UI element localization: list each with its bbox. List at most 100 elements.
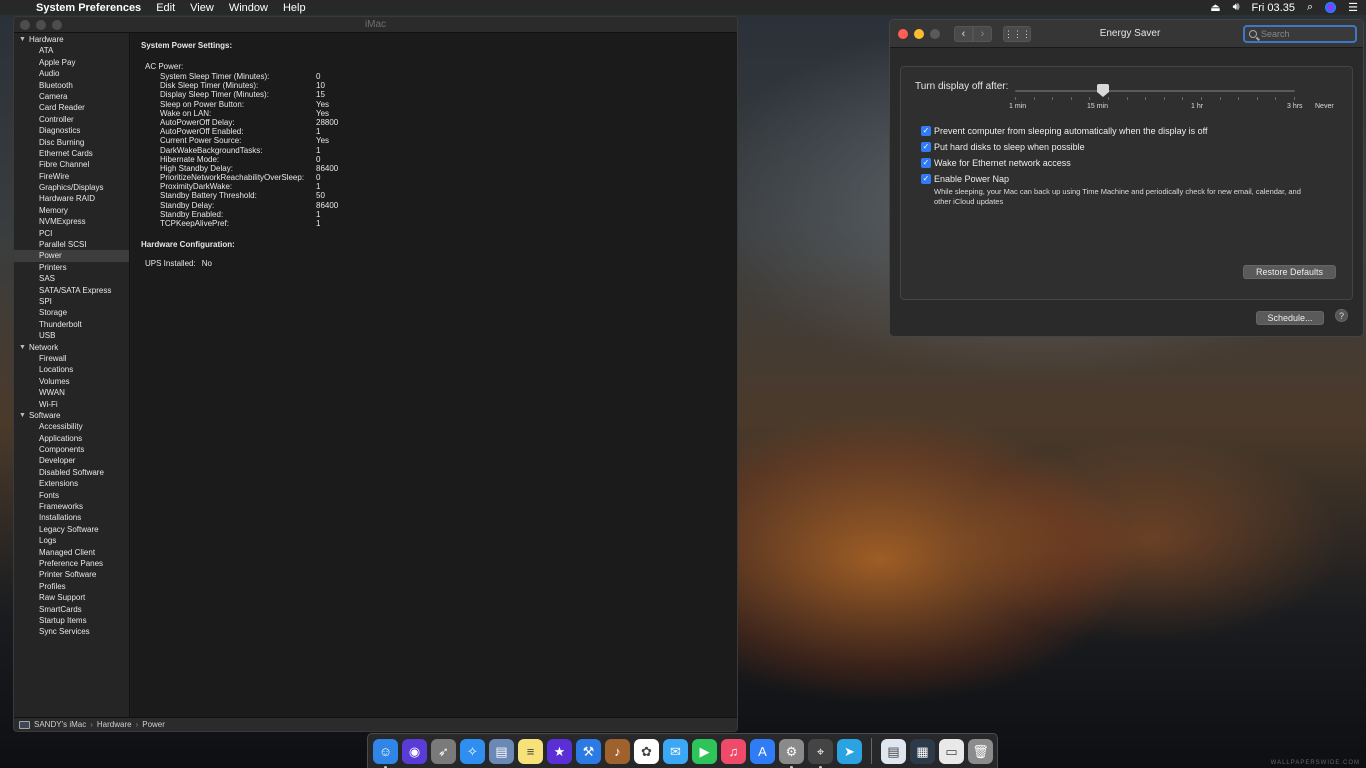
back-button[interactable]: ‹: [954, 25, 973, 42]
eject-icon[interactable]: ⏏: [1210, 1, 1220, 14]
sidebar-item-ethernet-cards[interactable]: Ethernet Cards: [14, 148, 129, 159]
disclosure-triangle-icon[interactable]: ▼: [19, 344, 26, 351]
zoom-button[interactable]: [930, 28, 940, 39]
sidebar-item-ata[interactable]: ATA: [14, 45, 129, 56]
sidebar-item-thunderbolt[interactable]: Thunderbolt: [14, 319, 129, 330]
launchpad-icon[interactable]: ➶: [431, 738, 456, 764]
trash-icon[interactable]: 🗑: [968, 738, 993, 764]
sidebar-item-storage[interactable]: Storage: [14, 307, 129, 318]
sidebar-item-pci[interactable]: PCI: [14, 228, 129, 239]
telegram-icon[interactable]: ➤: [837, 738, 862, 764]
sidebar-item-spi[interactable]: SPI: [14, 296, 129, 307]
sidebar-group-network[interactable]: ▼ Network: [14, 342, 129, 353]
sidebar-item-audio[interactable]: Audio: [14, 68, 129, 79]
disclosure-triangle-icon[interactable]: ▼: [19, 412, 26, 419]
guitar-icon[interactable]: ♪: [605, 738, 630, 764]
menu-view[interactable]: View: [190, 2, 214, 14]
screenshot-folder-icon[interactable]: ▦: [910, 738, 935, 764]
sidebar-item-preference-panes[interactable]: Preference Panes: [14, 558, 129, 569]
power-nap-checkbox[interactable]: ✓ Enable Power Nap: [921, 174, 1009, 184]
sidebar-item-memory[interactable]: Memory: [14, 205, 129, 216]
music-icon[interactable]: ♫: [721, 738, 746, 764]
notes-icon[interactable]: ≡: [518, 738, 543, 764]
sidebar-item-power[interactable]: Power: [14, 250, 129, 262]
sidebar-item-locations[interactable]: Locations: [14, 364, 129, 375]
sidebar-group-software[interactable]: ▼ Software: [14, 410, 129, 421]
sidebar-item-volumes[interactable]: Volumes: [14, 376, 129, 387]
sidebar-item-fonts[interactable]: Fonts: [14, 490, 129, 501]
search-input[interactable]: [1261, 29, 1351, 39]
sidebar-item-components[interactable]: Components: [14, 444, 129, 455]
sidebar-item-firewire[interactable]: FireWire: [14, 171, 129, 182]
sidebar-item-sas[interactable]: SAS: [14, 273, 129, 284]
sidebar-item-card-reader[interactable]: Card Reader: [14, 102, 129, 113]
app-store-icon[interactable]: A: [750, 738, 775, 764]
safari-icon[interactable]: ✧: [460, 738, 485, 764]
messages-icon[interactable]: ✉: [663, 738, 688, 764]
document-icon[interactable]: ▤: [881, 738, 906, 764]
sidebar-item-camera[interactable]: Camera: [14, 91, 129, 102]
app-menu[interactable]: System Preferences: [36, 2, 141, 14]
sidebar-item-printers[interactable]: Printers: [14, 262, 129, 273]
sidebar-item-sata-sata-express[interactable]: SATA/SATA Express: [14, 285, 129, 296]
sidebar-item-printer-software[interactable]: Printer Software: [14, 569, 129, 580]
spotlight-search-icon[interactable]: ⌕: [1307, 1, 1313, 14]
sidebar-item-applications[interactable]: Applications: [14, 433, 129, 444]
screenshots-stack-icon[interactable]: ▭: [939, 738, 964, 764]
volume-icon[interactable]: 🔊︎: [1233, 1, 1240, 14]
path-item-power[interactable]: Power: [142, 720, 165, 729]
sidebar-item-accessibility[interactable]: Accessibility: [14, 421, 129, 432]
sidebar-item-disabled-software[interactable]: Disabled Software: [14, 467, 129, 478]
sidebar-item-graphics-displays[interactable]: Graphics/Displays: [14, 182, 129, 193]
siri-menu-icon[interactable]: [1325, 2, 1337, 13]
path-item-hardware[interactable]: Hardware: [97, 720, 132, 729]
sidebar-item-parallel-scsi[interactable]: Parallel SCSI: [14, 239, 129, 250]
imovie-icon[interactable]: ★: [547, 738, 572, 764]
sidebar-group-hardware[interactable]: ▼ Hardware: [14, 34, 129, 45]
siri-icon[interactable]: ◉: [402, 738, 427, 764]
disk-sleep-checkbox[interactable]: ✓ Put hard disks to sleep when possible: [921, 142, 1085, 152]
sidebar-item-wwan[interactable]: WWAN: [14, 387, 129, 398]
network-utility-icon[interactable]: ⌖: [808, 738, 833, 768]
sidebar-item-developer[interactable]: Developer: [14, 455, 129, 466]
help-button[interactable]: ?: [1335, 309, 1348, 322]
menu-help[interactable]: Help: [283, 2, 306, 14]
sidebar-item-sync-services[interactable]: Sync Services: [14, 626, 129, 637]
sidebar-item-profiles[interactable]: Profiles: [14, 581, 129, 592]
show-all-grid-button[interactable]: ⋮⋮⋮: [1003, 25, 1031, 42]
sidebar-item-apple-pay[interactable]: Apple Pay: [14, 57, 129, 68]
preview-icon[interactable]: ▤: [489, 738, 514, 764]
sidebar-item-controller[interactable]: Controller: [14, 114, 129, 125]
sidebar-item-smartcards[interactable]: SmartCards: [14, 604, 129, 615]
sidebar-item-diagnostics[interactable]: Diagnostics: [14, 125, 129, 136]
sidebar-item-legacy-software[interactable]: Legacy Software: [14, 524, 129, 535]
sidebar-item-hardware-raid[interactable]: Hardware RAID: [14, 193, 129, 204]
path-item-computer[interactable]: SANDY's iMac: [34, 720, 86, 729]
sidebar-item-managed-client[interactable]: Managed Client: [14, 547, 129, 558]
wake-ethernet-checkbox[interactable]: ✓ Wake for Ethernet network access: [921, 158, 1071, 168]
sidebar-item-usb[interactable]: USB: [14, 330, 129, 341]
close-button[interactable]: [898, 28, 908, 39]
forward-button[interactable]: ›: [973, 25, 992, 42]
menu-window[interactable]: Window: [229, 2, 268, 14]
notification-center-icon[interactable]: ☰: [1348, 1, 1358, 14]
sidebar-item-extensions[interactable]: Extensions: [14, 478, 129, 489]
prevent-sleep-checkbox[interactable]: ✓ Prevent computer from sleeping automat…: [921, 126, 1207, 136]
system-preferences-icon[interactable]: ⚙: [779, 738, 804, 768]
sidebar-item-fibre-channel[interactable]: Fibre Channel: [14, 159, 129, 170]
sidebar-item-nvmexpress[interactable]: NVMExpress: [14, 216, 129, 227]
sidebar-item-installations[interactable]: Installations: [14, 512, 129, 523]
finder-icon[interactable]: ☺: [373, 738, 398, 768]
sidebar-item-firewall[interactable]: Firewall: [14, 353, 129, 364]
minimize-button[interactable]: [914, 28, 924, 39]
sidebar-item-raw-support[interactable]: Raw Support: [14, 592, 129, 603]
schedule-button[interactable]: Schedule...: [1256, 311, 1324, 325]
restore-defaults-button[interactable]: Restore Defaults: [1243, 265, 1336, 279]
menu-edit[interactable]: Edit: [156, 2, 175, 14]
photos-icon[interactable]: ✿: [634, 738, 659, 764]
disclosure-triangle-icon[interactable]: ▼: [19, 36, 26, 43]
sidebar-item-wi-fi[interactable]: Wi-Fi: [14, 399, 129, 410]
sidebar-item-logs[interactable]: Logs: [14, 535, 129, 546]
xcode-icon[interactable]: ⚒: [576, 738, 601, 764]
display-sleep-slider[interactable]: [1015, 90, 1295, 92]
